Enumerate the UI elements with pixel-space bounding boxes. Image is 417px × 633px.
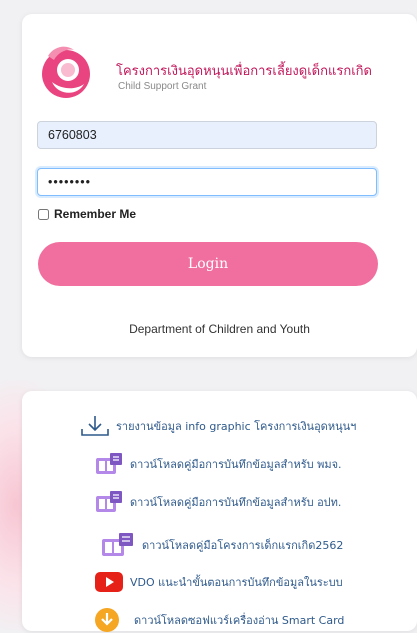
- download-circle-icon: [95, 608, 119, 632]
- password-input[interactable]: [37, 168, 377, 196]
- link-manual-opt[interactable]: ดาวน์โหลดคู่มือการบันทึกข้อมูลสำหรับ อปท…: [94, 490, 341, 514]
- manual-book-icon: [96, 491, 122, 512]
- remember-me-label: Remember Me: [54, 207, 137, 221]
- link-infographic-report[interactable]: รายงานข้อมูล info graphic โครงการเงินอุด…: [80, 415, 356, 437]
- youtube-play-icon: [95, 572, 123, 592]
- link-label: รายงานข้อมูล info graphic โครงการเงินอุด…: [116, 420, 357, 433]
- link-vdo-guide[interactable]: VDO แนะนำขั้นตอนการบันทึกข้อมูลในระบบ: [94, 571, 343, 593]
- link-manual-newborn-2562[interactable]: ดาวน์โหลดคู่มือโครงการเด็กแรกเกิด2562: [100, 532, 343, 558]
- program-title: โครงการเงินอุดหนุนเพื่อการเลี้ยงดูเด็กแร…: [116, 64, 372, 79]
- link-label: ดาวน์โหลดคู่มือการบันทึกข้อมูลสำหรับ พมจ…: [130, 458, 342, 471]
- link-label: ดาวน์โหลดคู่มือการบันทึกข้อมูลสำหรับ อปท…: [130, 496, 342, 509]
- download-arrow-icon: [81, 416, 109, 436]
- link-manual-pmj[interactable]: ดาวน์โหลดคู่มือการบันทึกข้อมูลสำหรับ พมจ…: [94, 452, 342, 476]
- remember-me-checkbox[interactable]: [38, 208, 49, 220]
- link-smartcard-software[interactable]: ดาวน์โหลดซอฟแวร์เครื่องอ่าน Smart Card: [94, 607, 344, 633]
- link-label: ดาวน์โหลดซอฟแวร์เครื่องอ่าน Smart Card: [134, 614, 345, 627]
- child-support-logo-icon: [42, 46, 90, 98]
- link-label: VDO แนะนำขั้นตอนการบันทึกข้อมูลในระบบ: [130, 576, 343, 589]
- username-input[interactable]: [37, 121, 377, 149]
- manual-book-icon: [96, 453, 122, 474]
- manual-book-icon: [102, 533, 133, 556]
- department-name: Department of Children and Youth: [129, 322, 310, 336]
- program-subtitle: Child Support Grant: [118, 81, 207, 92]
- login-button[interactable]: Login: [38, 242, 378, 286]
- link-label: ดาวน์โหลดคู่มือโครงการเด็กแรกเกิด2562: [142, 539, 344, 552]
- remember-me[interactable]: Remember Me: [38, 207, 136, 221]
